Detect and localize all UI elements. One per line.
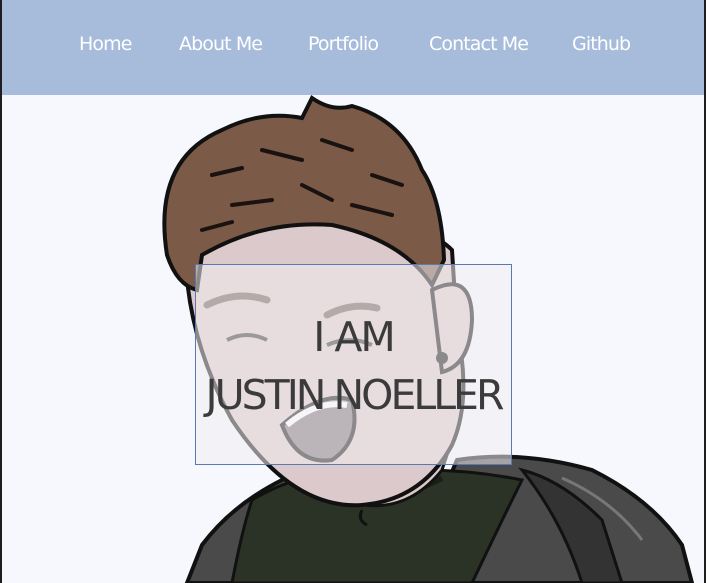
nav-link-about-me[interactable]: About Me	[179, 33, 263, 55]
navbar: Home About Me Portfolio Contact Me Githu…	[2, 0, 704, 95]
hero-title-line-1: I AM	[313, 313, 396, 361]
hero-overlay-box: I AM JUSTIN NOELLER	[195, 264, 512, 465]
nav-link-contact-me[interactable]: Contact Me	[429, 33, 529, 55]
nav-link-github[interactable]: Github	[572, 33, 631, 55]
page: Home About Me Portfolio Contact Me Githu…	[2, 0, 704, 583]
nav-link-home[interactable]: Home	[79, 33, 132, 55]
nav-link-portfolio[interactable]: Portfolio	[308, 33, 379, 55]
hero-title-name: JUSTIN NOELLER	[205, 371, 505, 419]
